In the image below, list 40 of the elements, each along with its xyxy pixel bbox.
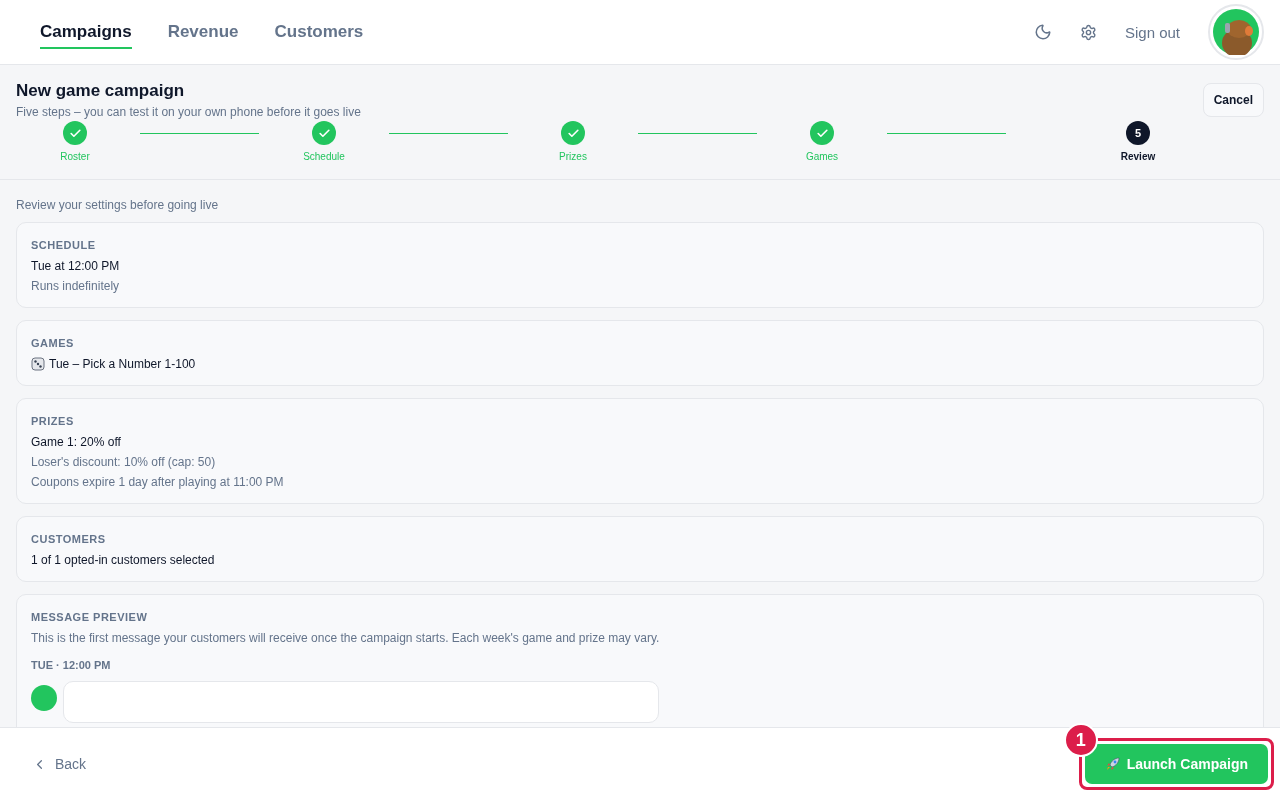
back-link[interactable]: Back — [32, 756, 87, 772]
step-label: Games — [805, 151, 839, 162]
step-label: Prizes — [559, 151, 587, 162]
user-avatar[interactable] — [1208, 4, 1264, 60]
intro-text: Review your settings before going live — [16, 198, 220, 212]
card-text: Coupons expire 1 day after playing at 11:00 PM — [31, 475, 285, 489]
cancel-button[interactable]: Cancel — [1202, 83, 1264, 117]
card-title: MESSAGE PREVIEW — [31, 611, 149, 623]
card-title: SCHEDULE — [31, 239, 97, 251]
check-icon — [815, 126, 829, 140]
card-text: Runs indefinitely — [31, 279, 121, 293]
page-subtitle: Five steps – you can test it on your own phone before it goes live — [16, 105, 361, 119]
card-text: Tue – Pick a Number 1-100 — [49, 357, 196, 371]
nav-tab[interactable]: Customers — [274, 15, 364, 49]
settings-icon[interactable] — [1079, 23, 1097, 41]
sign-out-link[interactable]: Sign out — [1124, 23, 1180, 41]
card-text: Game 1: 20% off — [31, 435, 122, 449]
card-text: Loser's discount: 10% off (cap: 50) — [31, 455, 217, 469]
step-badge: 1 — [1063, 723, 1098, 757]
dice-icon — [31, 357, 45, 371]
moon-icon[interactable] — [1033, 23, 1052, 41]
step-label: Review — [1120, 151, 1156, 162]
message-time: TUE · 12:00 PM — [31, 659, 112, 671]
card-title: PRIZES — [31, 415, 75, 427]
check-icon — [566, 126, 580, 140]
step-label: Roster — [60, 151, 90, 162]
card-text: Tue at 12:00 PM — [31, 259, 121, 273]
check-icon — [68, 126, 82, 140]
card-title: CUSTOMERS — [31, 533, 107, 545]
card-text: This is the first message your customers will receive once the campaign starts. Each week's game and prize may vary. — [31, 631, 661, 645]
card-text: 1 of 1 opted-in customers selected — [31, 553, 216, 567]
step-number: 5 — [1126, 121, 1150, 145]
check-icon — [317, 126, 331, 140]
card-title: GAMES — [31, 337, 75, 349]
sender-avatar — [31, 685, 57, 711]
rocket-icon — [1104, 756, 1121, 772]
nav-tab[interactable]: Revenue — [167, 15, 239, 49]
nav-tab[interactable]: Campaigns — [40, 15, 132, 49]
page-title: New game campaign — [16, 81, 186, 101]
step-label: Schedule — [303, 151, 345, 162]
